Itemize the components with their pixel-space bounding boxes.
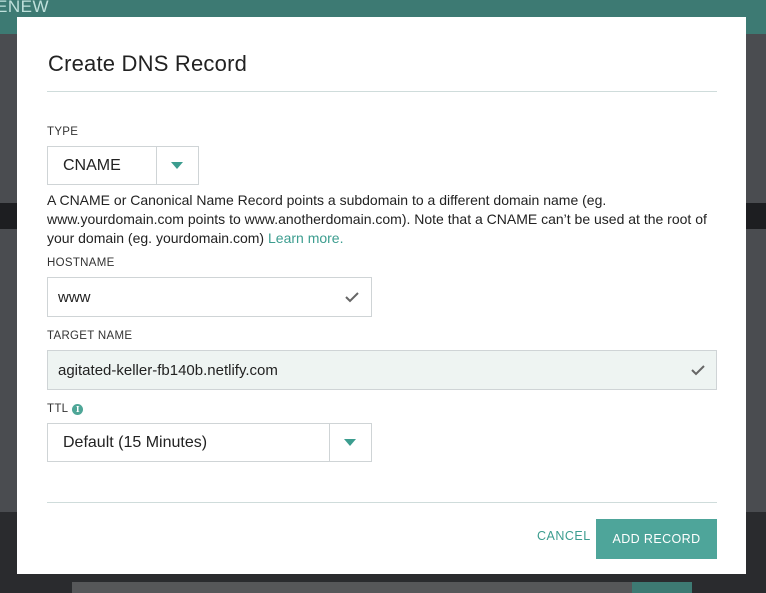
type-select-toggle[interactable]: [156, 147, 198, 184]
type-description: A CNAME or Canonical Name Record points …: [47, 191, 717, 248]
ttl-label: TTL i: [47, 403, 84, 415]
type-select[interactable]: CNAME: [47, 146, 199, 185]
target-name-label: TARGET NAME: [47, 330, 133, 342]
check-icon: [345, 292, 359, 303]
target-name-input[interactable]: agitated-keller-fb140b.netlify.com: [47, 350, 717, 390]
dialog-title: Create DNS Record: [48, 51, 248, 76]
type-label: TYPE: [47, 126, 79, 138]
ttl-label-text: TTL: [47, 403, 69, 415]
create-dns-record-dialog: Create DNS Record TYPE CNAME A CNAME or …: [17, 17, 746, 574]
ttl-select[interactable]: Default (15 Minutes): [47, 423, 372, 462]
chevron-down-icon: [171, 162, 183, 169]
hostname-label: HOSTNAME: [47, 257, 115, 269]
hostname-input[interactable]: www: [47, 277, 372, 317]
ttl-select-value: Default (15 Minutes): [63, 434, 208, 451]
footer-divider: [47, 502, 717, 503]
header-divider: [47, 91, 717, 92]
check-icon: [691, 365, 705, 376]
learn-more-link[interactable]: Learn more.: [268, 230, 343, 246]
type-select-value: CNAME: [63, 157, 121, 174]
info-icon[interactable]: i: [72, 404, 84, 415]
target-name-input-value: agitated-keller-fb140b.netlify.com: [58, 362, 278, 379]
hostname-input-value: www: [58, 289, 91, 306]
ttl-select-toggle[interactable]: [329, 424, 371, 461]
background-bottom-bar: [72, 582, 692, 593]
type-description-text: A CNAME or Canonical Name Record points …: [47, 192, 707, 246]
background-bottom-button: [632, 582, 692, 593]
add-record-button[interactable]: ADD RECORD: [596, 519, 717, 559]
chevron-down-icon: [344, 439, 356, 446]
cancel-button[interactable]: CANCEL: [537, 529, 591, 543]
background-top-bar-text: ENEW: [0, 0, 49, 16]
